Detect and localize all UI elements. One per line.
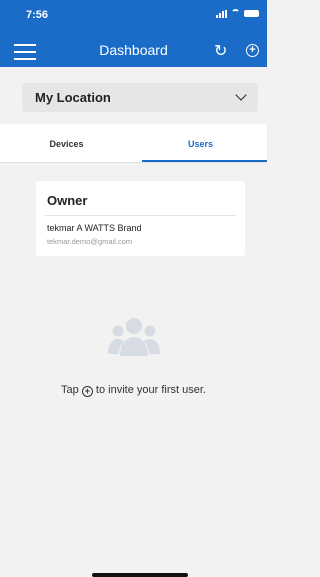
owner-name: tekmar A WATTS Brand (47, 223, 142, 233)
users-group-icon (108, 318, 160, 356)
add-circle-icon: + (81, 386, 93, 397)
tab-devices[interactable]: Devices (0, 124, 133, 162)
owner-card-title: Owner (47, 193, 88, 208)
refresh-icon[interactable]: ↻ (214, 41, 227, 61)
tab-divider (0, 162, 267, 163)
app-header: 7:56 Dashboard ↻ + (0, 0, 267, 67)
signal-icon (216, 9, 227, 18)
home-indicator (92, 573, 188, 577)
wifi-icon (231, 9, 240, 18)
battery-icon (244, 10, 259, 17)
tab-users[interactable]: Users (134, 124, 267, 162)
location-label: My Location (35, 90, 111, 105)
chevron-down-icon (235, 89, 247, 101)
empty-state-text-before: Tap (61, 384, 79, 396)
status-icons (216, 9, 259, 18)
owner-card[interactable]: Owner tekmar A WATTS Brand tekmar.demo@g… (36, 181, 245, 256)
card-divider (45, 215, 236, 216)
status-time: 7:56 (26, 9, 49, 21)
add-circle-icon[interactable]: + (246, 44, 259, 57)
owner-email: tekmar.demo@gmail.com (47, 237, 133, 246)
tab-bar: Devices Users (0, 124, 267, 162)
location-dropdown[interactable]: My Location (22, 83, 258, 112)
empty-state-text-after: to invite your first user. (95, 384, 206, 396)
empty-state-message: Tap + to invite your first user. (0, 384, 267, 397)
